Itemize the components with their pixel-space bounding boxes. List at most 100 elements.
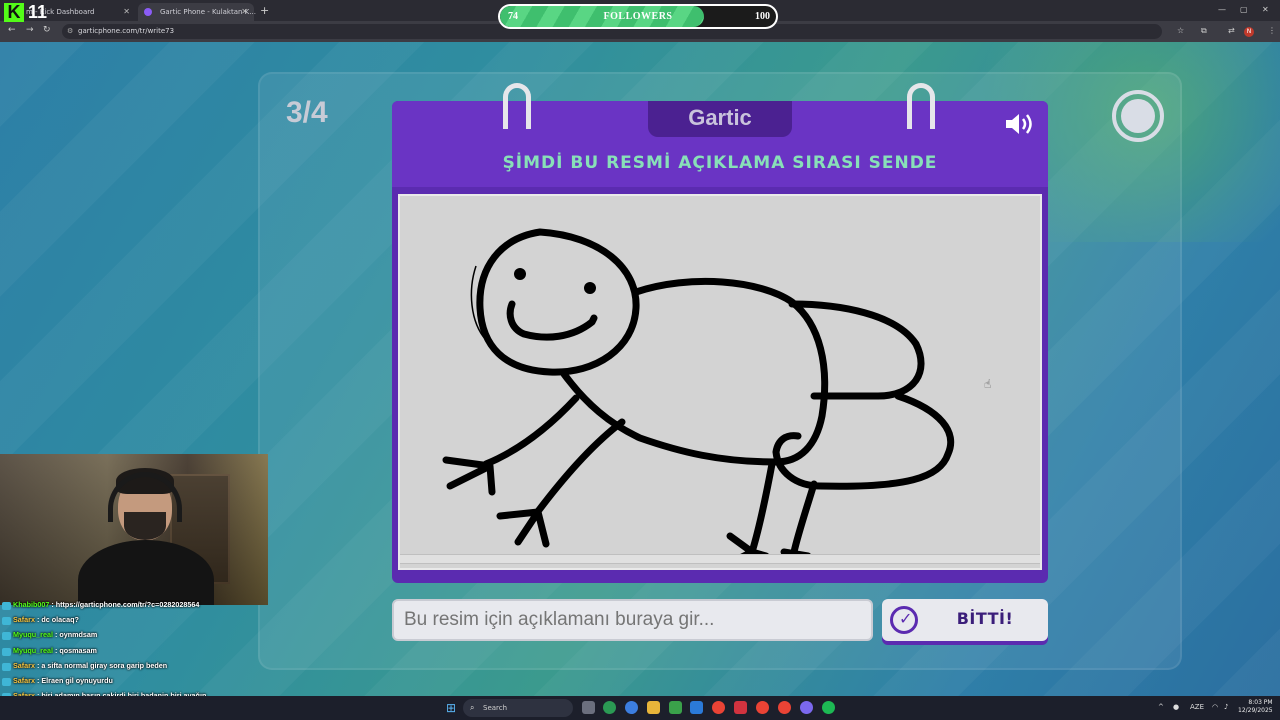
done-button-label: BİTTİ! xyxy=(956,609,1014,628)
chat-message: Myuqu_real: qosmasam xyxy=(0,646,270,661)
drawing-head xyxy=(476,228,640,376)
kick-viewer-count: 11 xyxy=(28,2,48,22)
chat-message: Safarx: Elraen gil oynuyurdu xyxy=(0,676,270,691)
taskbar-search[interactable]: ⌕ Search xyxy=(463,699,573,717)
chat-message: Safarx: dc olacaq? xyxy=(0,615,270,630)
drawing-card: Gartic ŞİMDİ BU RESMİ AÇIKLAMA SIRASI SE… xyxy=(392,83,1048,583)
instruction-text: ŞİMDİ BU RESMİ AÇIKLAMA SIRASI SENDE xyxy=(502,153,938,173)
task-view-icon[interactable] xyxy=(582,701,595,714)
round-counter: 3/4 xyxy=(286,96,328,129)
tab-close-icon[interactable]: ✕ xyxy=(123,7,130,16)
volume-icon[interactable]: ♪ xyxy=(1224,703,1228,711)
hand-cursor-icon: ☝ xyxy=(984,377,992,391)
chat-text: : Elraen gil oynuyurdu xyxy=(36,675,113,685)
taskbar-clock[interactable]: 8:03 PM 12/29/2025 xyxy=(1238,699,1273,715)
chat-message: Khabib007: https://garticphone.com/tr/?c… xyxy=(0,600,270,615)
edge-icon[interactable] xyxy=(625,701,638,714)
drawing-second-paw xyxy=(496,508,550,548)
app-icon[interactable] xyxy=(690,701,703,714)
binder-ring-right xyxy=(907,83,935,129)
chat-text: : a sifta normal giray sora garip beden xyxy=(36,660,168,670)
drawing-mouth xyxy=(506,300,598,341)
drawing-right-eye xyxy=(584,282,596,294)
clock-date: 12/29/2025 xyxy=(1238,707,1273,714)
chat-badge-icon xyxy=(2,602,11,610)
search-icon: ⌕ xyxy=(470,703,475,712)
player-drawing xyxy=(442,228,955,562)
streamer-webcam xyxy=(0,454,268,605)
gartic-logo: Gartic xyxy=(648,101,792,137)
speaker-icon[interactable] xyxy=(1004,110,1036,138)
minimize-icon[interactable]: — xyxy=(1218,5,1226,14)
canvas-paper-edge xyxy=(400,554,1040,564)
check-icon: ✓ xyxy=(890,606,918,634)
url-text: garticphone.com/tr/write73 xyxy=(78,27,175,35)
extensions-icon[interactable]: ⧉ xyxy=(1201,26,1207,36)
chat-username[interactable]: Myuqu_real xyxy=(13,630,53,639)
chat-message: Safarx: a sifta normal giray sora garip … xyxy=(0,661,270,676)
chat-badge-icon xyxy=(2,647,11,656)
chat-username[interactable]: Safarx xyxy=(13,661,35,670)
file-explorer-icon[interactable] xyxy=(647,701,660,714)
bookmark-star-icon[interactable]: ☆ xyxy=(1177,26,1184,35)
binder-ring-left xyxy=(503,83,531,129)
chat-username[interactable]: Khabib007 xyxy=(13,600,49,609)
chat-text: : oynmdsam xyxy=(54,630,98,640)
close-window-icon[interactable]: ✕ xyxy=(1262,5,1269,14)
chat-username[interactable]: Safarx xyxy=(13,615,35,624)
extension-icon[interactable]: ⇄ xyxy=(1228,26,1235,35)
drawing-hind-leg xyxy=(748,460,776,556)
spotify-icon[interactable] xyxy=(822,701,835,714)
reload-icon[interactable]: ↻ xyxy=(43,25,51,35)
kick-logo-icon: K xyxy=(4,3,24,22)
new-tab-icon[interactable]: + xyxy=(260,4,269,17)
gartic-favicon-icon xyxy=(144,8,152,16)
tray-overflow-icon[interactable]: ^ xyxy=(1158,703,1164,711)
menu-icon[interactable]: ⋮ xyxy=(1268,26,1276,35)
chrome-icon[interactable] xyxy=(712,701,725,714)
card-header: Gartic ŞİMDİ BU RESMİ AÇIKLAMA SIRASI SE… xyxy=(392,101,1048,187)
app-icon[interactable] xyxy=(603,701,616,714)
followers-label: FOLLOWERS xyxy=(603,11,673,22)
chat-text: : https://garticphone.com/tr/?c=02820285… xyxy=(51,600,200,609)
followers-goal: 100 xyxy=(755,11,770,22)
back-icon[interactable]: ← xyxy=(8,25,16,35)
app-icon[interactable] xyxy=(734,701,747,714)
done-button[interactable]: ✓ BİTTİ! xyxy=(882,599,1048,641)
drawing-left-eye xyxy=(514,268,526,280)
chrome-icon[interactable] xyxy=(756,701,769,714)
description-input[interactable] xyxy=(392,599,873,641)
chat-badge-icon xyxy=(2,617,11,626)
wifi-icon[interactable]: ◠ xyxy=(1212,703,1218,711)
chat-message: Myuqu_real: oynmdsam xyxy=(0,630,270,645)
gartic-logo-text: Gartic xyxy=(688,105,752,130)
windows-start-icon[interactable]: ⊞ xyxy=(446,701,456,715)
timer-icon xyxy=(1112,90,1164,142)
timer-fill xyxy=(1121,99,1155,133)
tab-gartic-phone[interactable]: Gartic Phone - Kulaktan K... ✕ xyxy=(138,3,256,21)
drawing-front-paw xyxy=(442,456,496,496)
clock-time: 8:03 PM xyxy=(1248,699,1273,706)
windows-taskbar: ⊞ ⌕ Search ^ ● AZE ◠ ♪ 8:03 PM 12/29/202… xyxy=(0,696,1280,720)
profile-avatar[interactable]: N xyxy=(1244,27,1254,37)
chat-badge-icon xyxy=(2,632,11,641)
followers-goal-bar: 74 FOLLOWERS 100 xyxy=(498,4,778,29)
forward-icon[interactable]: → xyxy=(26,25,34,35)
drawing-second-leg xyxy=(532,418,626,518)
tab-close-icon[interactable]: ✕ xyxy=(241,7,248,16)
app-icon[interactable] xyxy=(800,701,813,714)
taskbar-search-label: Search xyxy=(483,704,508,712)
language-indicator[interactable]: AZE xyxy=(1190,703,1204,711)
chat-text: : qosmasam xyxy=(54,645,97,655)
drawing-tail xyxy=(772,392,955,490)
drawing-back xyxy=(788,300,925,400)
chat-username[interactable]: Safarx xyxy=(13,676,35,685)
chat-badge-icon xyxy=(2,677,11,686)
chrome-icon[interactable] xyxy=(778,701,791,714)
chat-username[interactable]: Myuqu_real xyxy=(13,646,53,655)
site-info-icon[interactable]: ⚙ xyxy=(67,27,73,35)
app-icon[interactable] xyxy=(669,701,682,714)
maximize-icon[interactable]: ▢ xyxy=(1240,5,1248,14)
drawing-hind-leg-2 xyxy=(790,480,818,556)
microphone-icon[interactable]: ● xyxy=(1173,703,1179,711)
